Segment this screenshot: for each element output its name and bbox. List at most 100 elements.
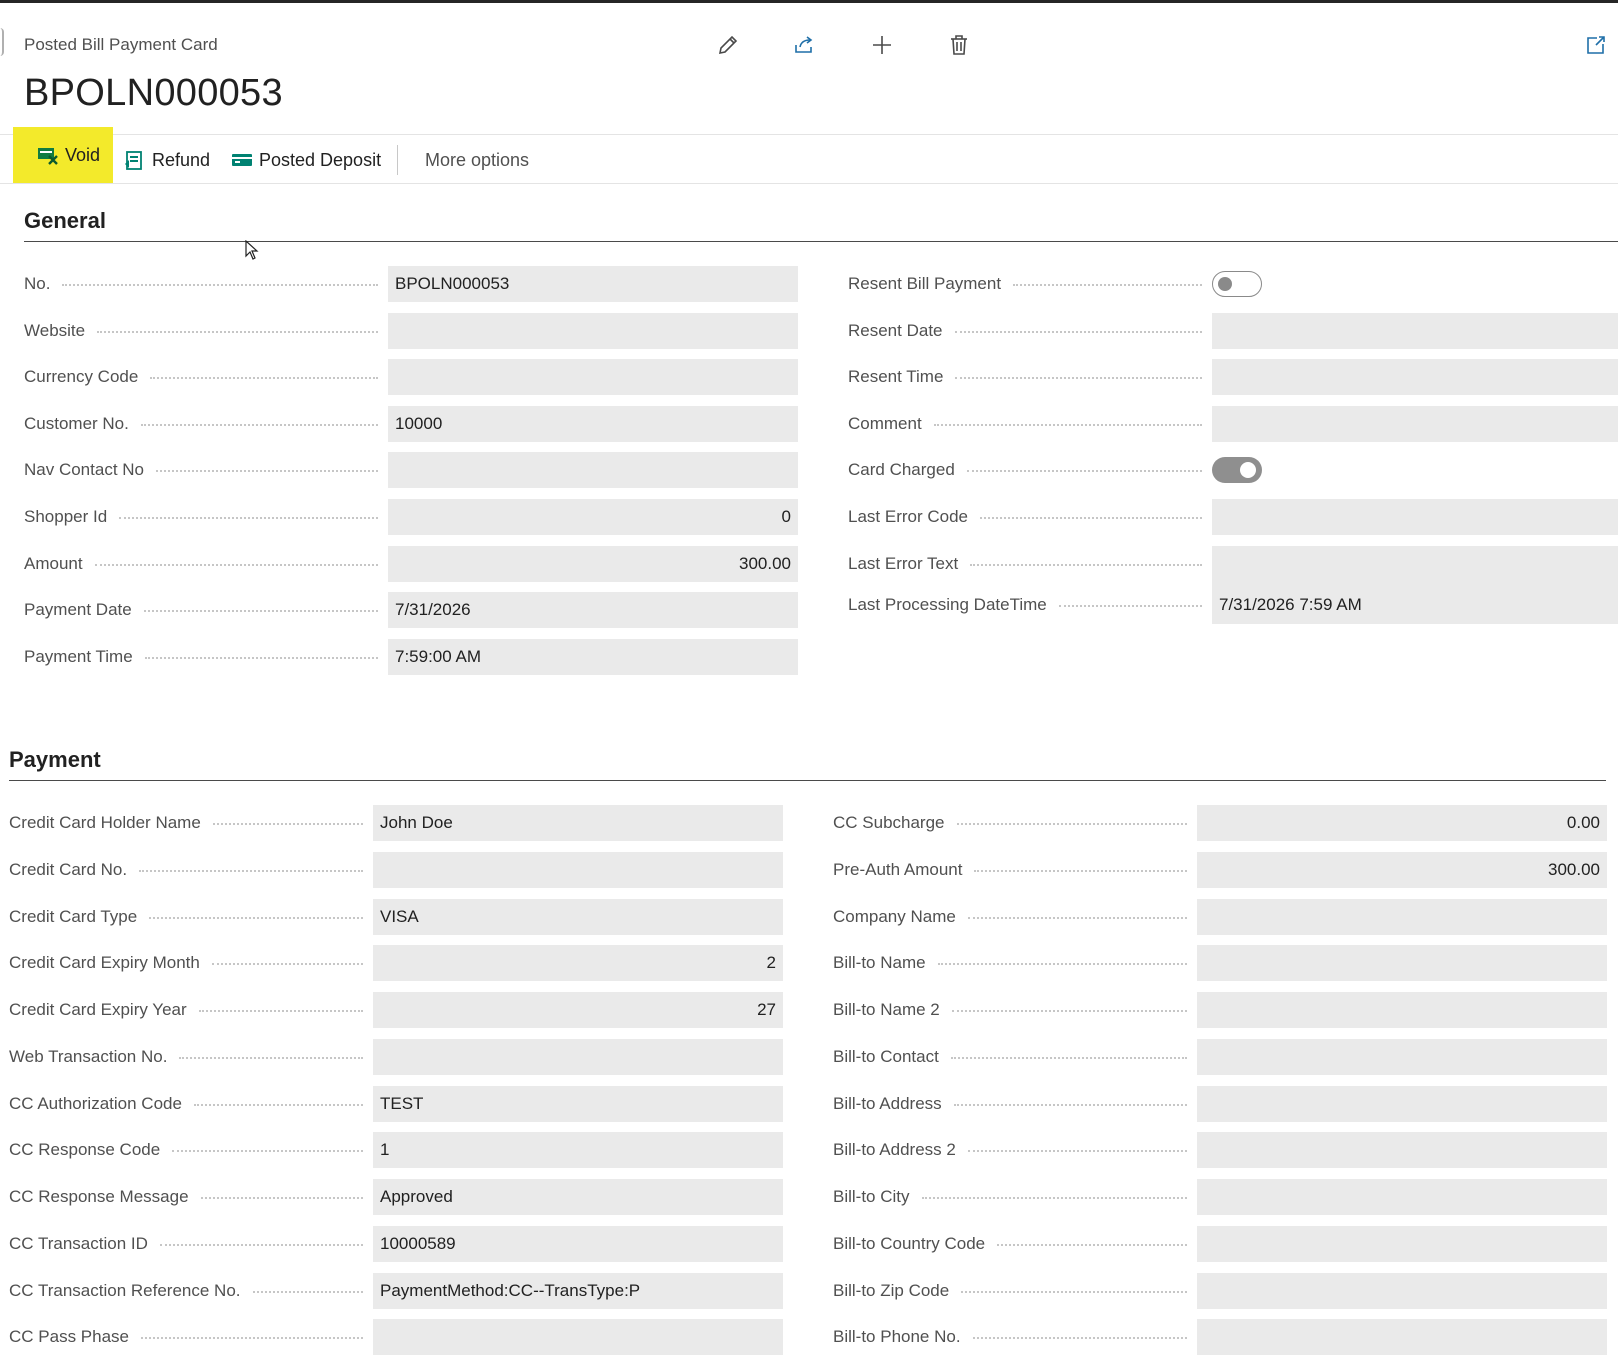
cc-subcharge-field[interactable]: 0.00 xyxy=(1197,805,1607,841)
field-row-bill-to-country-code: Bill-to Country Code xyxy=(0,1225,1618,1262)
leader-dots xyxy=(967,470,1202,473)
posted-deposit-icon xyxy=(231,150,253,170)
field-row-payment-time: Payment Time 7:59:00 AM xyxy=(0,638,1618,675)
last-error-code-field[interactable] xyxy=(1212,499,1618,535)
field-label-bill-to-country-code: Bill-to Country Code xyxy=(833,1233,986,1253)
bill-to-city-field[interactable] xyxy=(1197,1179,1607,1215)
leader-dots xyxy=(1059,605,1202,608)
bill-to-contact-field[interactable] xyxy=(1197,1038,1607,1075)
void-icon xyxy=(37,145,59,165)
resent-date-field[interactable] xyxy=(1212,312,1618,349)
bill-to-name-field[interactable] xyxy=(1197,945,1607,982)
field-label-bill-to-city: Bill-to City xyxy=(833,1187,910,1206)
field-row-card-charged: Card Charged xyxy=(0,452,1618,488)
void-button[interactable]: Void xyxy=(13,127,113,183)
field-row-cc-subcharge: CC Subcharge 0.00 xyxy=(0,805,1618,841)
section-payment-rule xyxy=(9,780,1606,781)
leader-dots xyxy=(997,1243,1187,1246)
field-row-bill-to-address-2: Bill-to Address 2 xyxy=(0,1132,1618,1169)
card-charged-toggle[interactable] xyxy=(1212,457,1262,484)
field-row-resent-time: Resent Time xyxy=(0,359,1618,396)
leader-dots xyxy=(951,1056,1187,1059)
section-payment-title[interactable]: Payment xyxy=(9,747,101,773)
field-label-card-charged: Card Charged xyxy=(848,460,955,480)
bill-to-phone-no-field[interactable] xyxy=(1197,1319,1607,1356)
field-label-cc-subcharge: CC Subcharge xyxy=(833,813,945,832)
leader-dots xyxy=(922,1197,1187,1199)
field-label-bill-to-name-2: Bill-to Name 2 xyxy=(833,1000,940,1019)
field-row-bill-to-name: Bill-to Name xyxy=(0,945,1618,982)
more-options-button[interactable]: More options xyxy=(425,135,529,185)
leader-dots xyxy=(957,823,1187,825)
field-row-last-error-code: Last Error Code xyxy=(0,499,1618,535)
field-label-last-error-code: Last Error Code xyxy=(848,507,968,526)
posted-deposit-label: Posted Deposit xyxy=(259,149,382,170)
field-row-pre-auth-amount: Pre-Auth Amount 300.00 xyxy=(0,851,1618,888)
add-icon[interactable] xyxy=(867,30,897,60)
leader-dots xyxy=(952,1010,1187,1012)
action-divider xyxy=(397,145,398,175)
resent-bill-payment-toggle[interactable] xyxy=(1212,271,1262,297)
field-label-resent-bill-payment: Resent Bill Payment xyxy=(848,274,1002,293)
field-label-pre-auth-amount: Pre-Auth Amount xyxy=(833,859,963,879)
bill-to-country-code-field[interactable] xyxy=(1197,1225,1607,1262)
field-label-last-processing-datetime: Last Processing DateTime xyxy=(848,595,1047,615)
action-bar: Void Refund Posted Deposit More options xyxy=(0,127,1618,185)
field-row-resent-date: Resent Date xyxy=(0,312,1618,349)
field-label-bill-to-contact: Bill-to Contact xyxy=(833,1046,939,1066)
leader-dots xyxy=(968,916,1187,919)
field-row-bill-to-zip-code: Bill-to Zip Code xyxy=(0,1272,1618,1309)
field-row-last-error-text: Last Error Text xyxy=(0,545,1618,624)
collapse-edge-handle[interactable] xyxy=(0,28,4,56)
delete-icon[interactable] xyxy=(944,30,974,60)
leader-dots xyxy=(973,1337,1187,1340)
leader-dots xyxy=(970,563,1202,566)
field-label-company-name: Company Name xyxy=(833,906,956,926)
field-row-bill-to-city: Bill-to City xyxy=(0,1179,1618,1215)
pre-auth-amount-field[interactable]: 300.00 xyxy=(1197,851,1607,888)
share-icon[interactable] xyxy=(789,30,819,60)
section-general-title[interactable]: General xyxy=(24,208,106,234)
field-row-comment: Comment xyxy=(0,405,1618,442)
toggle-knob xyxy=(1218,277,1232,291)
comment-field[interactable] xyxy=(1212,405,1618,442)
top-border xyxy=(0,0,1618,3)
field-row-company-name: Company Name xyxy=(0,898,1618,935)
field-row-bill-to-name-2: Bill-to Name 2 xyxy=(0,992,1618,1028)
field-row-bill-to-contact: Bill-to Contact xyxy=(0,1038,1618,1075)
field-label-bill-to-zip-code: Bill-to Zip Code xyxy=(833,1280,950,1300)
field-row-last-processing-datetime: Last Processing DateTime 7/31/2026 7:59 A… xyxy=(0,587,1618,624)
bill-to-address-field[interactable] xyxy=(1197,1085,1607,1122)
leader-dots xyxy=(968,1150,1187,1153)
field-label-payment-time: Payment Time xyxy=(24,646,133,666)
leader-dots xyxy=(974,869,1187,872)
bill-to-address-2-field[interactable] xyxy=(1197,1132,1607,1169)
leader-dots xyxy=(938,963,1187,966)
bill-to-name-2-field[interactable] xyxy=(1197,992,1607,1028)
refund-button[interactable]: Refund xyxy=(124,135,210,185)
field-label-resent-date: Resent Date xyxy=(848,320,943,340)
edit-icon[interactable] xyxy=(713,30,743,60)
posted-deposit-button[interactable]: Posted Deposit xyxy=(231,135,381,185)
company-name-field[interactable] xyxy=(1197,898,1607,935)
leader-dots xyxy=(955,377,1202,380)
leader-dots xyxy=(961,1290,1187,1293)
field-row-bill-to-phone-no: Bill-to Phone No. xyxy=(0,1319,1618,1356)
leader-dots xyxy=(934,423,1202,426)
section-general-rule xyxy=(24,241,1618,242)
page-caption: Posted Bill Payment Card xyxy=(24,35,218,54)
bill-to-zip-code-field[interactable] xyxy=(1197,1272,1607,1309)
toggle-knob xyxy=(1240,462,1256,479)
mouse-pointer-icon xyxy=(245,240,259,260)
open-in-new-window-icon[interactable] xyxy=(1581,30,1611,60)
page-title: BPOLN000053 xyxy=(24,72,283,114)
field-label-bill-to-address: Bill-to Address xyxy=(833,1093,942,1113)
field-label-resent-time: Resent Time xyxy=(848,367,944,387)
last-processing-datetime-field[interactable]: 7/31/2026 7:59 AM xyxy=(1212,587,1618,624)
void-label: Void xyxy=(65,144,101,165)
payment-time-field[interactable]: 7:59:00 AM xyxy=(388,638,798,675)
resent-time-field[interactable] xyxy=(1212,359,1618,396)
leader-dots xyxy=(955,330,1202,333)
refund-icon xyxy=(124,150,146,170)
field-label-bill-to-address-2: Bill-to Address 2 xyxy=(833,1140,956,1160)
